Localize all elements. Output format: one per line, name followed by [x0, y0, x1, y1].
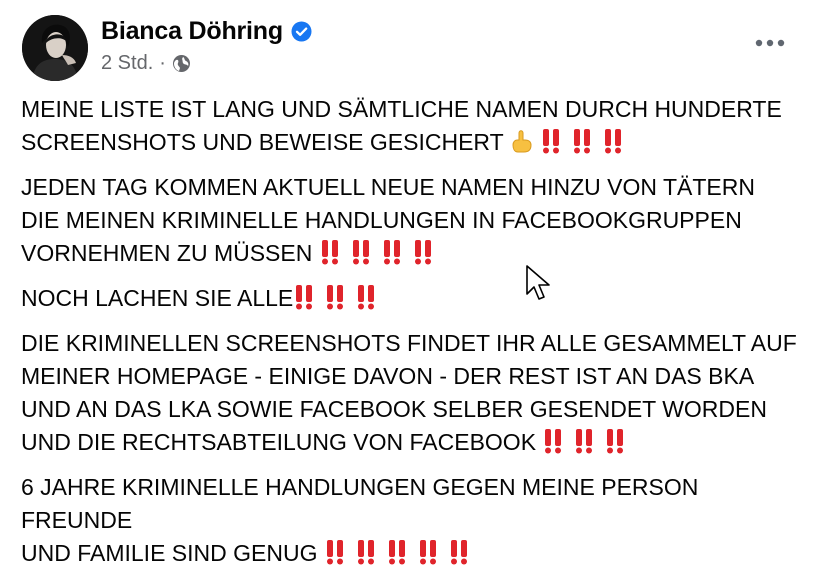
double-exclamation-emoji-icon [357, 540, 374, 565]
double-exclamation-emoji-icon [358, 285, 375, 310]
double-exclamation-emoji-icon [545, 429, 562, 454]
double-exclamation-emoji-icon [388, 540, 405, 565]
post-timestamp[interactable]: 2 Std. [101, 52, 153, 75]
emoji-group [293, 284, 386, 310]
avatar[interactable] [22, 15, 88, 81]
double-exclamation-emoji-icon [352, 240, 369, 265]
emoji-group [540, 128, 633, 154]
post-paragraph-5: 6 JAHRE KRIMINELLE HANDLUNGEN GEGEN MEIN… [21, 471, 811, 570]
double-exclamation-emoji-icon [573, 129, 590, 154]
emoji-group [319, 239, 443, 265]
author-row: Bianca Döhring [101, 14, 312, 48]
post-paragraph-3: NOCH LACHEN SIE ALLE [21, 282, 811, 315]
double-exclamation-emoji-icon [383, 240, 400, 265]
double-exclamation-emoji-icon [326, 540, 343, 565]
post-meta: 2 Std. · [101, 50, 191, 76]
paragraph-text: NOCH LACHEN SIE ALLE [21, 285, 294, 311]
more-options-button[interactable] [746, 26, 794, 60]
emoji-group [542, 428, 635, 454]
mouse-cursor-icon [526, 265, 550, 300]
post-paragraph-1: MEINE LISTE IST LANG UND SÄMTLICHE NAMEN… [21, 93, 811, 159]
paragraph-text: DIE KRIMINELLEN SCREENSHOTS FINDET IHR A… [21, 330, 797, 455]
post-content: MEINE LISTE IST LANG UND SÄMTLICHE NAMEN… [21, 93, 811, 582]
double-exclamation-emoji-icon [419, 540, 436, 565]
paragraph-text: MEINE LISTE IST LANG UND SÄMTLICHE NAMEN… [21, 96, 782, 155]
meta-separator: · [159, 51, 166, 74]
double-exclamation-emoji-icon [321, 240, 338, 265]
facebook-post: Bianca Döhring 2 Std. · MEINE LISTE IST … [0, 0, 819, 566]
double-exclamation-emoji-icon [607, 429, 624, 454]
post-paragraph-2: JEDEN TAG KOMMEN AKTUELL NEUE NAMEN HINZ… [21, 171, 811, 270]
globe-icon[interactable] [172, 54, 191, 73]
double-exclamation-emoji-icon [414, 240, 431, 265]
author-name[interactable]: Bianca Döhring [101, 17, 283, 46]
post-paragraph-4: DIE KRIMINELLEN SCREENSHOTS FINDET IHR A… [21, 327, 811, 459]
double-exclamation-emoji-icon [576, 429, 593, 454]
pointing-up-emoji-icon [512, 130, 532, 153]
double-exclamation-emoji-icon [604, 129, 621, 154]
double-exclamation-emoji-icon [450, 540, 467, 565]
double-exclamation-emoji-icon [327, 285, 344, 310]
more-horizontal-icon [755, 39, 785, 47]
verified-badge-icon [291, 21, 312, 42]
double-exclamation-emoji-icon [542, 129, 559, 154]
emoji-group [324, 539, 479, 565]
double-exclamation-emoji-icon [296, 285, 313, 310]
